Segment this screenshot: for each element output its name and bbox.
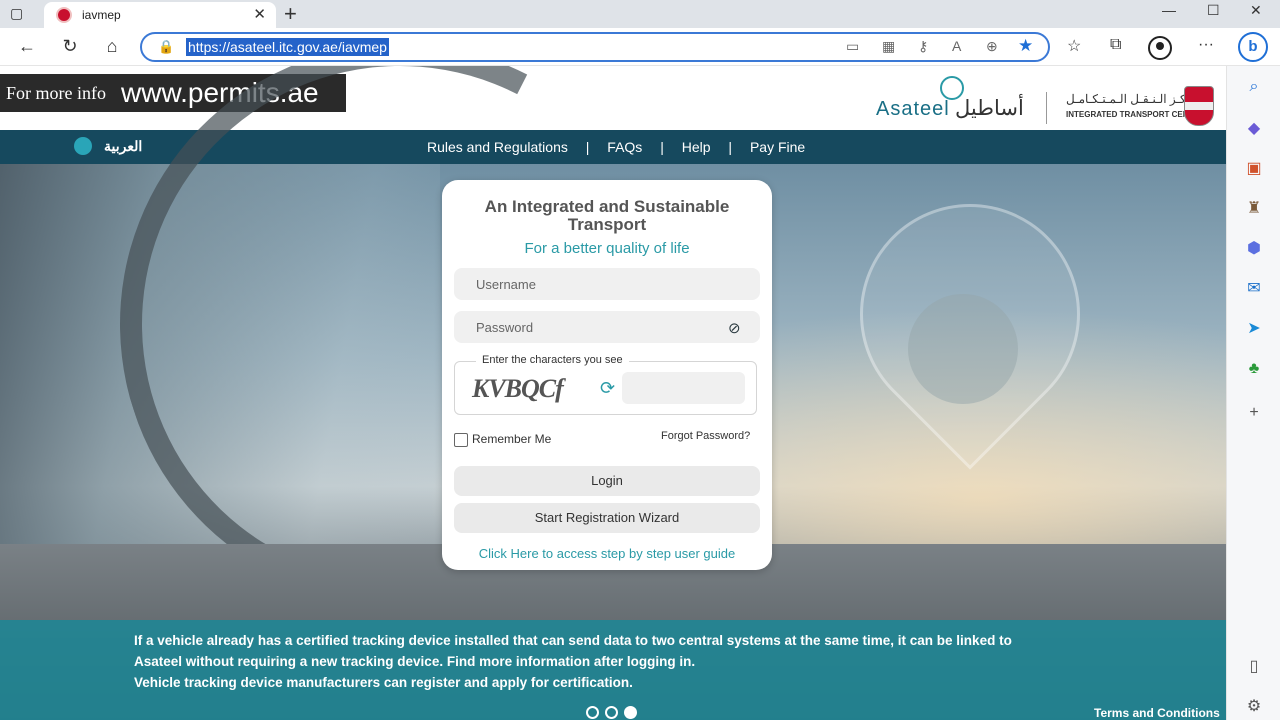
maximize-icon[interactable]: ☐ bbox=[1207, 2, 1220, 19]
terms-link[interactable]: Terms and Conditions bbox=[1094, 706, 1220, 720]
caption-text: If a vehicle already has a certified tra… bbox=[134, 630, 1012, 693]
search-icon[interactable]: ⌕ bbox=[1243, 76, 1265, 98]
asateel-logo-text: Asateel bbox=[876, 98, 950, 120]
browser-tab[interactable]: iavmep ✕ bbox=[44, 2, 276, 28]
sidebar-toggle-icon[interactable]: ▯ bbox=[1243, 656, 1265, 678]
zoom-icon[interactable]: ⊕ bbox=[986, 38, 998, 55]
office-icon[interactable]: ⬢ bbox=[1243, 238, 1265, 260]
carousel-dots bbox=[586, 706, 643, 720]
nav-separator: | bbox=[660, 139, 664, 155]
logo-divider bbox=[1046, 92, 1047, 124]
hide-password-icon[interactable]: ⊘ bbox=[728, 319, 746, 337]
itc-arabic-name: مـركـز الـنـقـل الـمـتـكـامـل bbox=[1066, 92, 1203, 106]
carousel-dot[interactable] bbox=[586, 706, 599, 719]
collections-icon[interactable]: ⧉ bbox=[1110, 36, 1121, 54]
user-guide-link[interactable]: Click Here to access step by step user g… bbox=[462, 546, 752, 561]
logo-area[interactable]: Asateel أساطيل مـركـز الـنـقـل الـمـتـكـ… bbox=[870, 74, 1220, 130]
login-card: An Integrated and Sustainable Transport … bbox=[442, 180, 772, 570]
more-menu-icon[interactable]: ··· bbox=[1198, 36, 1214, 54]
tree-icon[interactable]: ♣ bbox=[1243, 358, 1265, 380]
login-subtitle: For a better quality of life bbox=[524, 240, 690, 257]
captcha-refresh-icon[interactable]: ⟳ bbox=[600, 378, 615, 399]
remember-me[interactable]: Remember Me bbox=[454, 432, 551, 447]
site-favicon-icon bbox=[56, 7, 72, 23]
start-registration-button[interactable]: Start Registration Wizard bbox=[454, 503, 760, 533]
grid-icon[interactable]: ▦ bbox=[882, 38, 895, 55]
nav-help[interactable]: Help bbox=[682, 139, 711, 155]
captcha-label: Enter the characters you see bbox=[476, 354, 629, 366]
refresh-icon[interactable]: ↻ bbox=[59, 36, 81, 57]
forgot-password-link[interactable]: Forgot Password? bbox=[661, 430, 750, 442]
tools-briefcase-icon[interactable]: ▣ bbox=[1243, 158, 1265, 180]
browser-sidebar: ⌕ ◆ ▣ ♜ ⬢ ✉ ➤ ♣ + ▯ ⚙ bbox=[1226, 66, 1280, 720]
home-icon[interactable]: ⌂ bbox=[101, 36, 123, 57]
add-sidebar-icon[interactable]: + bbox=[1243, 402, 1265, 424]
bing-copilot-icon[interactable]: b bbox=[1238, 32, 1268, 62]
location-pin-hole bbox=[908, 294, 1018, 404]
nav-separator: | bbox=[728, 139, 733, 155]
captcha-input[interactable] bbox=[622, 372, 745, 404]
tab-title: iavmep bbox=[82, 8, 121, 22]
settings-gear-icon[interactable]: ⚙ bbox=[1243, 696, 1265, 718]
close-tab-icon[interactable]: ✕ bbox=[253, 5, 266, 23]
caption-line: If a vehicle already has a certified tra… bbox=[134, 633, 1012, 648]
url-text[interactable]: https://asateel.itc.gov.ae/iavmep bbox=[186, 38, 389, 56]
remember-checkbox[interactable] bbox=[454, 432, 468, 447]
tab-actions-icon[interactable]: ▢ bbox=[10, 5, 28, 23]
password-input[interactable] bbox=[454, 311, 760, 343]
favorite-star-icon[interactable]: ★ bbox=[1018, 36, 1033, 56]
globe-icon[interactable] bbox=[74, 137, 92, 155]
login-button[interactable]: Login bbox=[454, 466, 760, 496]
asateel-logo-arabic: أساطيل bbox=[955, 97, 1024, 120]
profile-avatar[interactable] bbox=[1148, 36, 1172, 60]
back-icon[interactable]: ← bbox=[16, 36, 38, 57]
carousel-dot[interactable] bbox=[605, 706, 618, 719]
send-icon[interactable]: ➤ bbox=[1243, 318, 1265, 340]
language-toggle[interactable]: العربية bbox=[104, 138, 142, 155]
app-available-icon[interactable]: ▭ bbox=[846, 38, 859, 55]
new-tab-button[interactable]: + bbox=[284, 1, 297, 27]
carousel-dot-active[interactable] bbox=[624, 706, 637, 719]
key-icon[interactable]: ⚷ bbox=[918, 38, 928, 55]
favorites-icon[interactable]: ☆ bbox=[1067, 36, 1081, 56]
nav-pay-fine[interactable]: Pay Fine bbox=[750, 139, 805, 155]
caption-band: If a vehicle already has a certified tra… bbox=[0, 620, 1226, 720]
address-bar[interactable]: 🔒 https://asateel.itc.gov.ae/iavmep ▭ ▦ … bbox=[140, 32, 1050, 62]
games-icon[interactable]: ♜ bbox=[1243, 198, 1265, 220]
username-input[interactable] bbox=[454, 268, 760, 300]
caption-line: Vehicle tracking device manufacturers ca… bbox=[134, 675, 633, 690]
abu-dhabi-emblem-icon bbox=[1184, 86, 1214, 126]
shopping-tag-icon[interactable]: ◆ bbox=[1243, 118, 1265, 140]
caption-line: Asateel without requiring a new tracking… bbox=[134, 654, 696, 669]
read-aloud-icon[interactable]: A bbox=[952, 38, 961, 54]
browser-toolbar: ← ↻ ⌂ 🔒 https://asateel.itc.gov.ae/iavme… bbox=[0, 28, 1280, 66]
close-window-icon[interactable]: ✕ bbox=[1250, 2, 1262, 19]
minimize-icon[interactable]: — bbox=[1162, 2, 1176, 18]
captcha-image: KVBQCf bbox=[472, 374, 564, 403]
outlook-icon[interactable]: ✉ bbox=[1243, 278, 1265, 300]
info-banner-prefix: For more info bbox=[6, 83, 106, 103]
login-title: An Integrated and Sustainable Transport bbox=[484, 197, 730, 234]
lock-icon[interactable]: 🔒 bbox=[158, 39, 174, 55]
remember-label: Remember Me bbox=[472, 432, 552, 446]
browser-tab-bar: ▢ iavmep ✕ + — ☐ ✕ bbox=[0, 0, 1280, 28]
